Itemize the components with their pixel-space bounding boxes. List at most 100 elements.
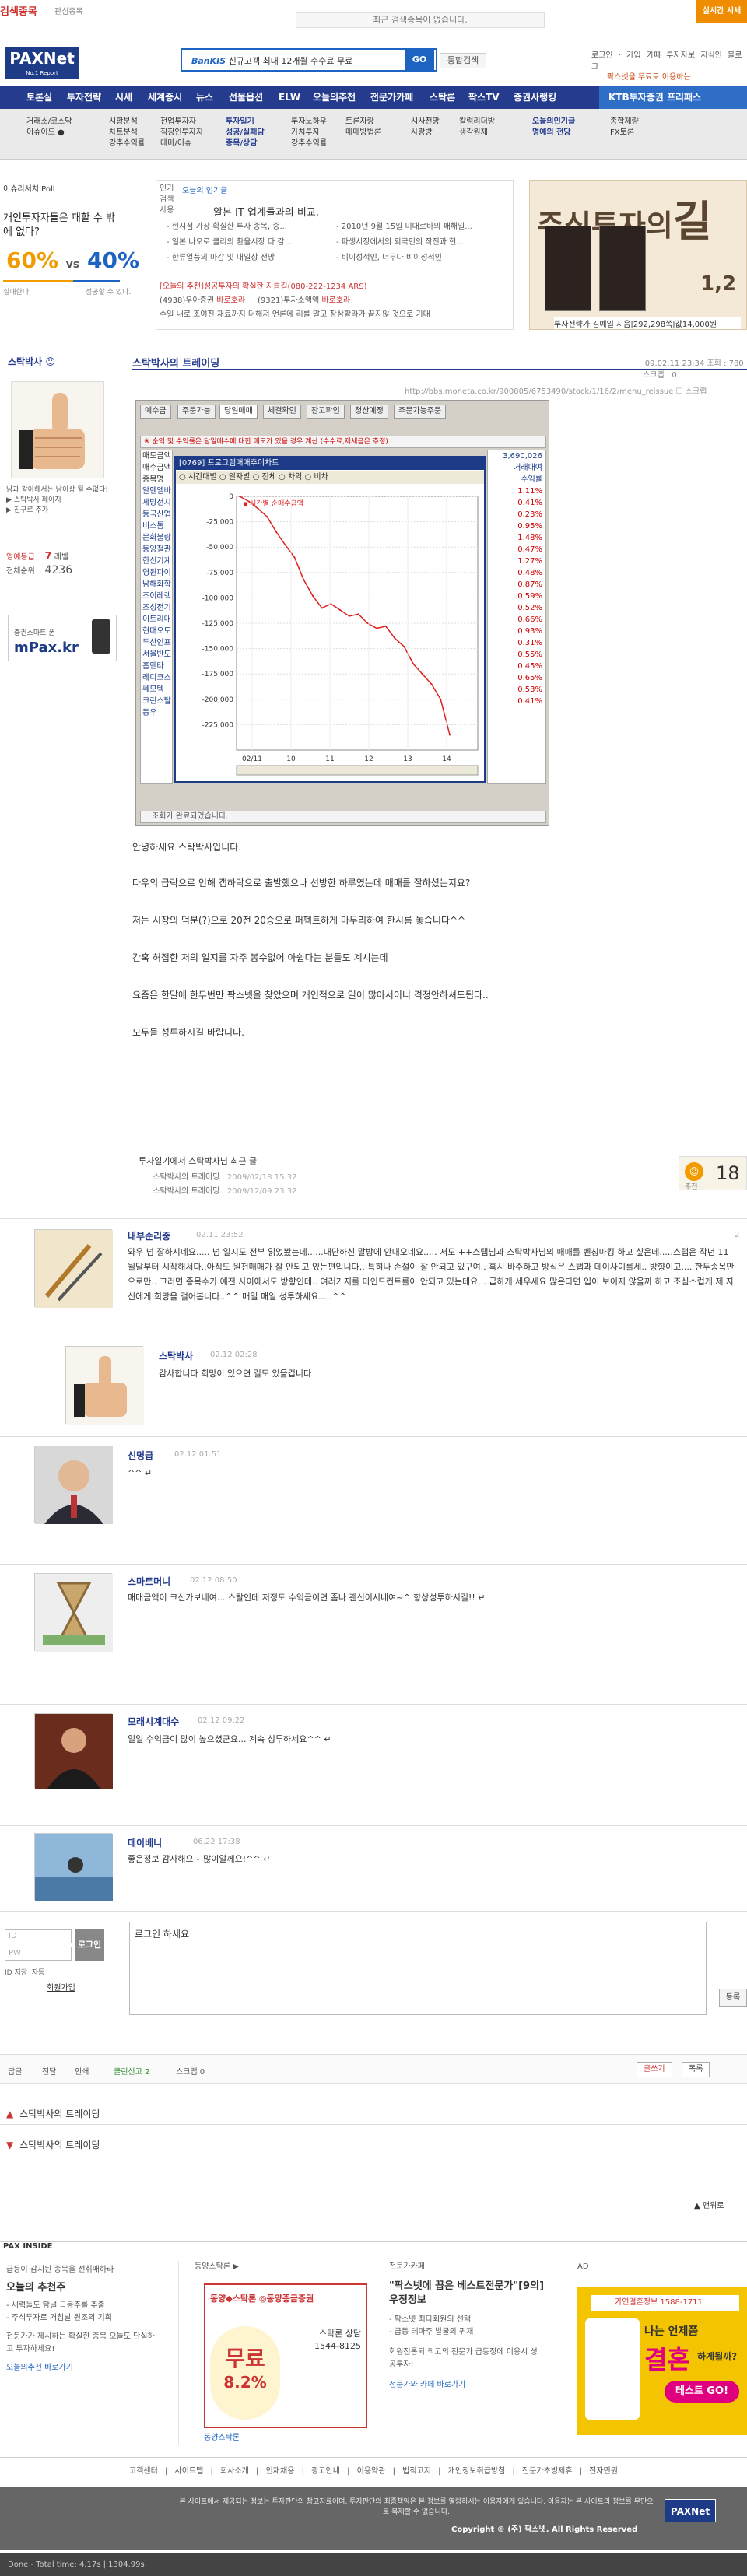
print-button[interactable]: 인쇄 — [75, 2065, 89, 2077]
author-name[interactable]: 스탁박사 ☺ — [8, 355, 55, 368]
subnav-link[interactable]: 전업투자자 — [160, 117, 203, 128]
subnav-link[interactable]: 칼럼리더방 — [459, 117, 495, 128]
comment-author[interactable]: 스탁박사 — [159, 1349, 193, 1362]
subnav-link[interactable]: 이슈이드 ● — [26, 128, 72, 138]
login-id-input[interactable]: ID — [5, 1929, 72, 1943]
comment-textarea[interactable]: 로그인 하세요 — [129, 1922, 707, 2015]
next-post-link[interactable]: ▼ 스탁박사의 트레이딩 — [6, 2138, 100, 2151]
comment-author[interactable]: 신명급 — [128, 1449, 153, 1462]
subnav-link[interactable]: 투자일기 — [226, 117, 265, 128]
subnav-link[interactable]: 거래소/코스닥 — [26, 117, 72, 128]
subnav-group[interactable]: 오늘의인기글 명예의 전당 — [532, 117, 575, 138]
prev-post-link[interactable]: ▲ 스탁박사의 트레이딩 — [6, 2107, 100, 2120]
comment-author[interactable]: 데이베니 — [128, 1836, 162, 1849]
subnav-link[interactable]: 시사전망 — [411, 117, 440, 128]
subnav-link[interactable]: 직장인투자자 — [160, 128, 203, 138]
recent-post-item[interactable]: · 스탁박사의 트레이딩 2009/02/18 15:32 — [148, 1170, 297, 1182]
forward-button[interactable]: 전달 — [42, 2065, 56, 2077]
nav-item[interactable]: 팍스TV — [468, 86, 500, 109]
subnav-link[interactable]: 가치투자 — [291, 128, 327, 138]
comment-author[interactable]: 스마트머니 — [128, 1575, 170, 1588]
search-label[interactable]: 검색종목 — [0, 3, 37, 18]
list-item[interactable]: - 파생시장에서의 외국인의 작전과 현... — [336, 235, 472, 251]
comment-author[interactable]: 모래시계대수 — [128, 1715, 179, 1728]
subnav-group[interactable]: 칼럼리더방 생각원제 — [459, 117, 495, 138]
recent-post-title[interactable]: · 스탁박사의 트레이딩 — [148, 1187, 219, 1196]
col2-link[interactable]: 동양스탁론 — [204, 2432, 240, 2445]
subnav-link[interactable]: 사랑방 — [411, 128, 440, 138]
subnav-group[interactable]: 투자노하우 가치투자 강추수익률 — [291, 117, 327, 149]
subnav-link[interactable]: 투자노하우 — [291, 117, 327, 128]
today-recommend-link[interactable]: [오늘의 추천]성공투자의 확실한 지름길(080-222-1234 ARS) — [160, 280, 510, 294]
subnav-link[interactable]: 종목/상담 — [226, 138, 265, 149]
nav-item[interactable]: 스탁론 — [430, 86, 455, 109]
save-id-checkbox[interactable]: ID 저장 — [5, 1969, 27, 1977]
realtime-quote-button[interactable]: 실시간 시세 — [696, 0, 747, 23]
col1-title[interactable]: 오늘의 추천주 — [0, 2276, 178, 2300]
ktb-freepass-banner[interactable]: KTB투자증권 프리패스 — [599, 86, 747, 109]
footer-links[interactable]: 고객센터 | 사이트맵 | 회사소개 | 인재채용 | 광고안내 | 이용약관 … — [0, 2457, 747, 2485]
subnav-link[interactable]: 테마/이슈 — [160, 138, 203, 149]
subnav-link[interactable]: 성공/실패담 — [226, 128, 265, 138]
subnav-link[interactable]: 차트분석 — [109, 128, 145, 138]
col1-link[interactable]: 오늘의추천 바로가기 — [0, 2356, 178, 2374]
list-item[interactable]: - 현시점 가장 확실한 투자 종목, 중... — [167, 219, 292, 235]
write-button[interactable]: 글쓰기 — [637, 2062, 672, 2077]
poll-result[interactable]: 60% vs 40% — [6, 247, 139, 273]
go-button[interactable]: GO — [405, 50, 434, 70]
add-friend-link[interactable]: ▶ 친구로 추가 — [6, 506, 123, 516]
login-button[interactable]: 로그인 — [75, 1929, 104, 1961]
subnav-group[interactable]: 종합제량 FX토론 — [610, 117, 639, 138]
subnav-group[interactable]: 투자일기 성공/실패담 종목/상담 — [226, 117, 265, 149]
marriage-test-button[interactable]: 테스트 GO! — [665, 2381, 739, 2403]
post-url[interactable]: http://bbs.moneta.co.kr/900805/6753490/s… — [405, 384, 707, 396]
list-button[interactable]: 목록 — [682, 2062, 710, 2077]
footer-logo[interactable]: PAXNet — [665, 2499, 716, 2522]
nav-item[interactable]: ELW — [279, 86, 300, 109]
subnav-link[interactable]: 종합제량 — [610, 117, 639, 128]
popular-title[interactable]: 알본 IT 업계들과의 비교, — [213, 204, 319, 219]
nav-item[interactable]: 투자전략 — [67, 86, 101, 109]
scrap-button[interactable]: 스크랩 0 — [176, 2065, 205, 2077]
stock-link[interactable]: (9321)투자소액액 — [258, 296, 319, 305]
nav-item[interactable]: 오늘의추천 — [313, 86, 356, 109]
subnav-link[interactable]: 오늘의인기글 — [532, 117, 575, 128]
next-post-title[interactable]: 스탁박사의 트레이딩 — [19, 2140, 100, 2150]
comment-reply-count[interactable]: 2 — [735, 1231, 739, 1239]
reply-button[interactable]: 답글 — [8, 2065, 22, 2077]
subnav-group[interactable]: 토론자랑 매매방법론 — [345, 117, 381, 138]
col3-title[interactable]: "팍스넷에 꼽은 베스트전문가"[9의]우정정보 — [383, 2273, 554, 2314]
nav-item[interactable]: 토론실 — [26, 86, 52, 109]
register-comment-button[interactable]: 등록 — [719, 1989, 747, 2007]
subnav-link[interactable]: 시황분석 — [109, 117, 145, 128]
nav-item[interactable]: 전문가카페 — [370, 86, 413, 109]
paxnet-logo[interactable]: PAXNet No.1 Report — [5, 47, 79, 79]
nav-item[interactable]: 뉴스 — [196, 86, 213, 109]
recent-post-title[interactable]: · 스탁박사의 트레이딩 — [148, 1173, 219, 1182]
stock-link[interactable]: 바로호라 — [321, 296, 350, 305]
subnav-group[interactable]: 전업투자자 직장인투자자 테마/이슈 — [160, 117, 203, 149]
subnav-link[interactable]: 강추수익률 — [291, 138, 327, 149]
subnav-link[interactable]: 매매방법론 — [345, 128, 381, 138]
subnav-link[interactable]: 강추수익률 — [109, 138, 145, 149]
poll-question[interactable]: 개인투자자들은 패할 수 밖에 없다? — [3, 212, 120, 240]
clean-report-button[interactable]: 클린신고 2 — [114, 2065, 149, 2077]
nav-item[interactable]: 시세 — [115, 86, 132, 109]
stock-link[interactable]: (4938)우아증권 — [160, 296, 214, 305]
list-item[interactable]: - 2010년 9월 15일 미대르바의 패해일... — [336, 219, 472, 235]
list-item[interactable]: - 한류열풍의 마감 및 내일장 전망 — [167, 251, 292, 266]
recent-post-item[interactable]: · 스탁박사의 트레이딩 2009/12/09 23:32 — [148, 1184, 297, 1196]
subnav-group[interactable]: 시사전망 사랑방 — [411, 117, 440, 138]
subnav-link[interactable]: 토론자랑 — [345, 117, 381, 128]
author-page-link[interactable]: ▶ 스탁박사 페이지 — [6, 496, 123, 506]
comment-author[interactable]: 내부순리중 — [128, 1229, 170, 1242]
nav-item[interactable]: 선물옵션 — [229, 86, 263, 109]
subnav-link[interactable]: 명예의 전당 — [532, 128, 575, 138]
utility-links[interactable]: 로그인 · 가입 카페 투자자보 지식인 블로그 — [591, 48, 747, 72]
stock-link[interactable]: 바로호라 — [216, 296, 245, 305]
join-link[interactable]: 회원가입 — [47, 1981, 75, 1992]
nav-item[interactable]: 세계증시 — [148, 86, 182, 109]
prev-post-title[interactable]: 스탁박사의 트레이딩 — [19, 2108, 100, 2119]
watchlist-link[interactable]: 관심종목 — [54, 5, 83, 16]
nav-item[interactable]: 증권사랭킹 — [514, 86, 556, 109]
